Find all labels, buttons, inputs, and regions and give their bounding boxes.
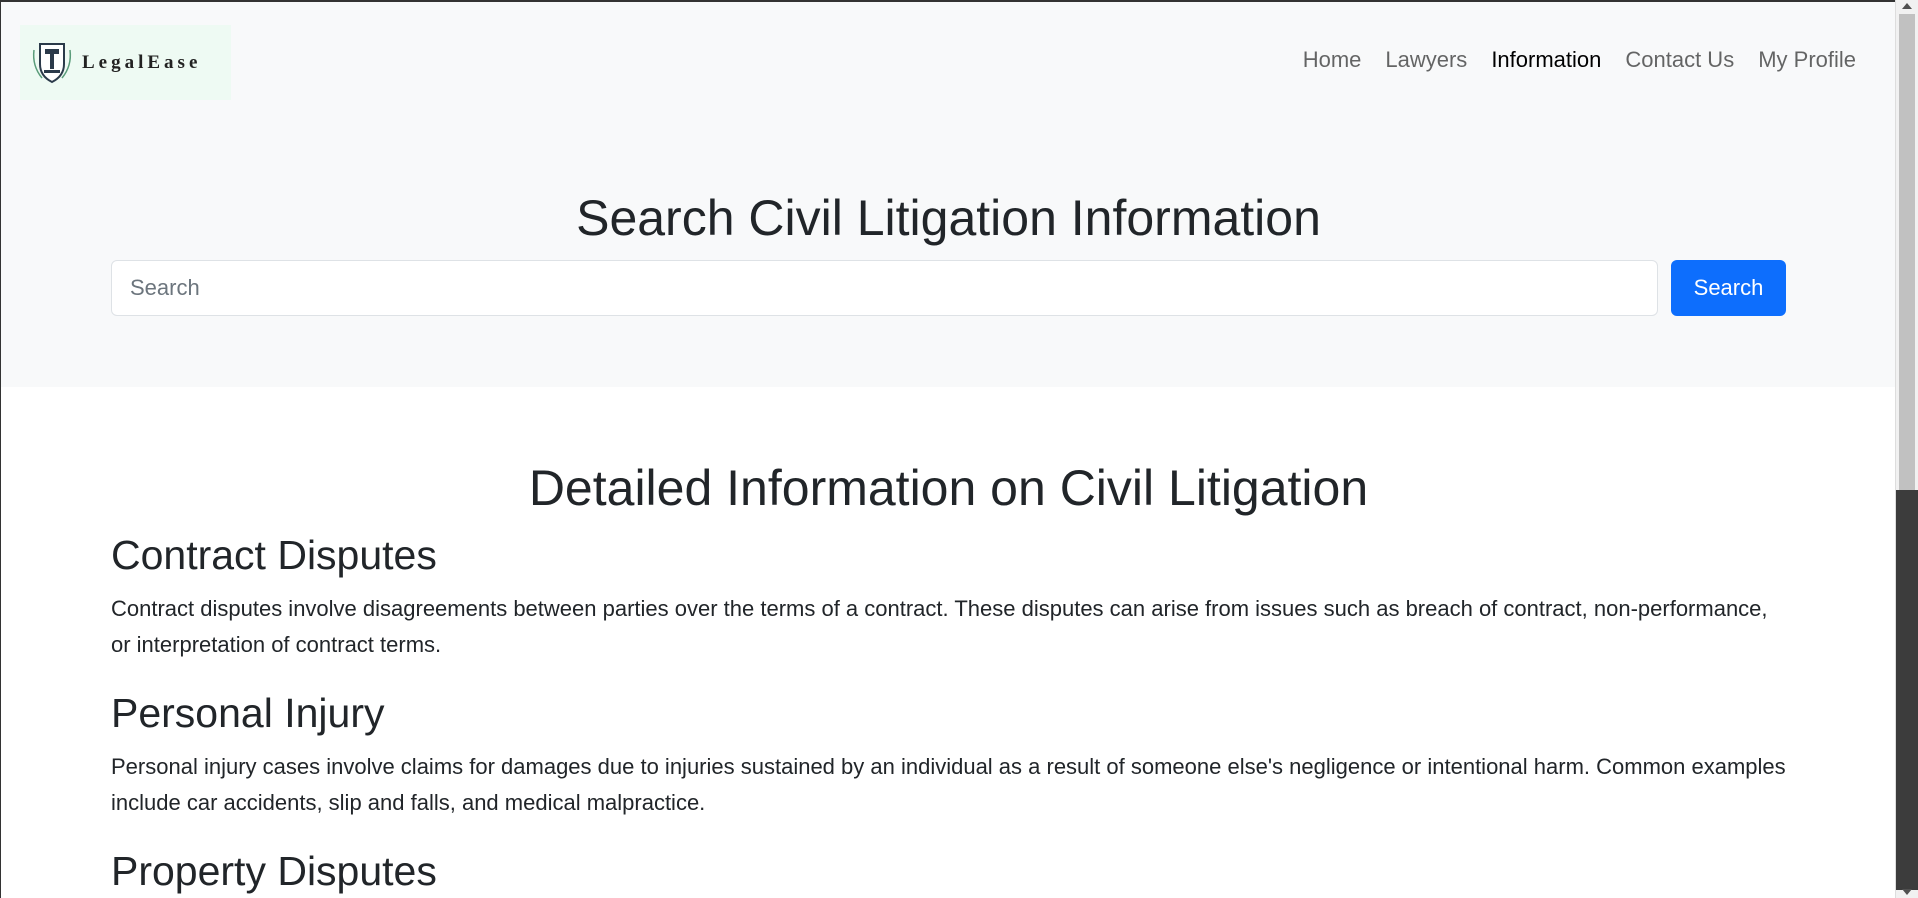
brand-logo[interactable]: LegalEase	[20, 25, 231, 100]
brand-name: LegalEase	[82, 51, 202, 73]
nav-information[interactable]: Information	[1479, 46, 1613, 74]
search-input[interactable]	[111, 260, 1658, 316]
section-personal-injury: Personal Injury Personal injury cases in…	[111, 687, 1791, 821]
section-body: Personal injury cases involve claims for…	[111, 754, 1786, 815]
scrollbar-thumb[interactable]	[1899, 14, 1915, 494]
section-contract-disputes: Contract Disputes Contract disputes invo…	[111, 529, 1791, 663]
section-body: Contract disputes involve disagreements …	[111, 596, 1768, 657]
page: LegalEase Home Lawyers Information Conta…	[0, 0, 1895, 898]
section-heading: Personal Injury	[111, 690, 385, 736]
section-property-disputes: Property Disputes	[111, 845, 1791, 897]
nav-home[interactable]: Home	[1291, 46, 1374, 74]
details-title: Detailed Information on Civil Litigation	[528, 460, 1369, 516]
search-title: Search Civil Litigation Information	[576, 190, 1321, 246]
nav-lawyers[interactable]: Lawyers	[1373, 46, 1479, 74]
vertical-scrollbar[interactable]	[1895, 0, 1918, 898]
search-hero: LegalEase Home Lawyers Information Conta…	[1, 2, 1895, 387]
section-heading: Property Disputes	[111, 848, 437, 894]
scrollbar-track[interactable]	[1896, 490, 1918, 890]
search-form: Search	[111, 260, 1786, 316]
scroll-up-arrow-icon[interactable]	[1902, 3, 1912, 9]
nav-my-profile[interactable]: My Profile	[1746, 46, 1868, 74]
nav-contact-us[interactable]: Contact Us	[1613, 46, 1746, 74]
search-button[interactable]: Search	[1671, 260, 1786, 316]
section-heading: Contract Disputes	[111, 532, 437, 578]
shield-gavel-icon	[28, 36, 76, 90]
scroll-down-arrow-icon[interactable]	[1902, 889, 1912, 895]
main-nav: Home Lawyers Information Contact Us My P…	[1291, 46, 1868, 74]
